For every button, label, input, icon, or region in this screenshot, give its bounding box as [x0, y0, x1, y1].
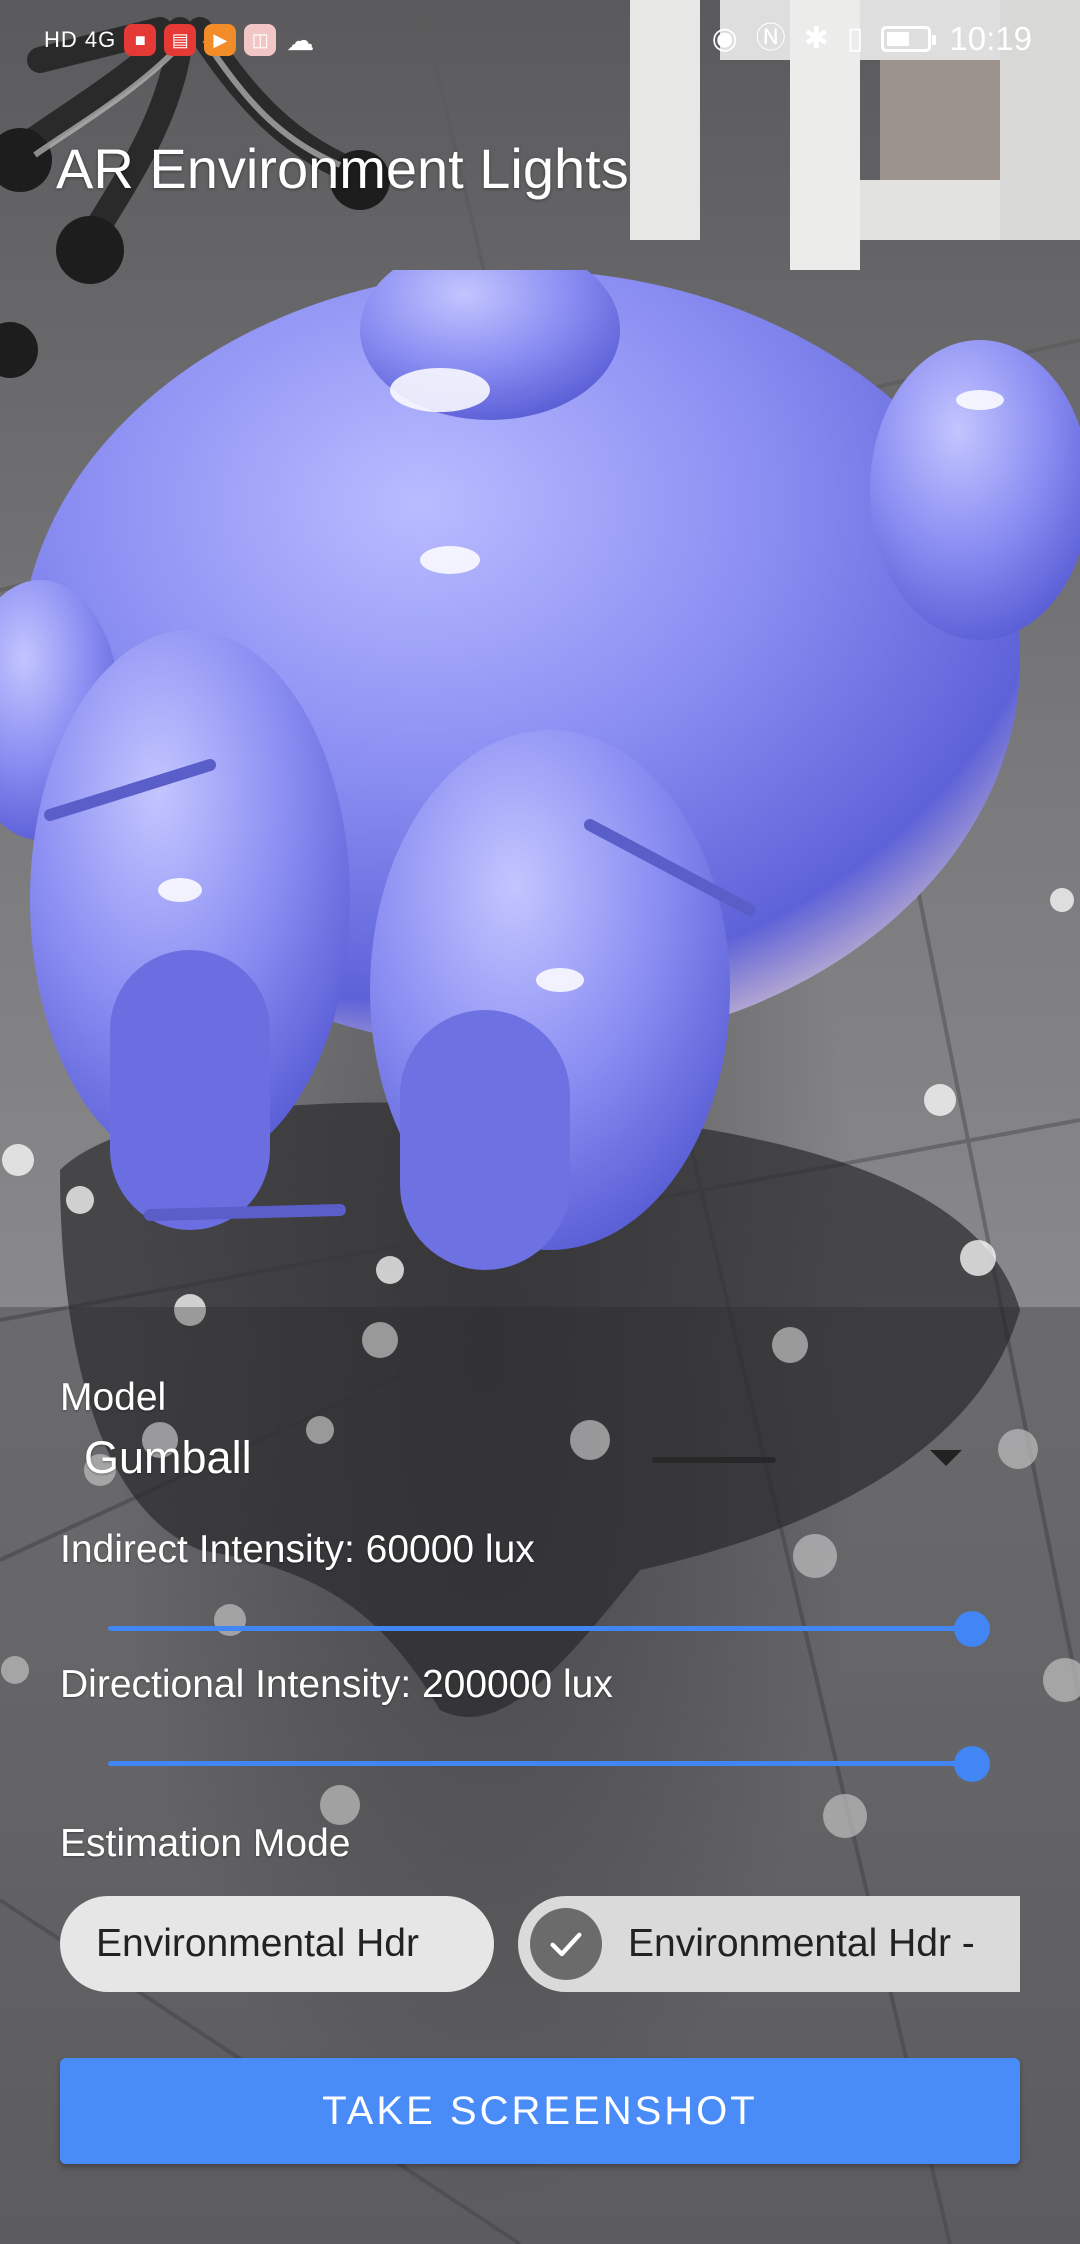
video-icon: ■	[124, 24, 157, 56]
play-icon: ▶	[204, 24, 237, 56]
eye-comfort-icon: ◉	[711, 22, 738, 55]
take-screenshot-button[interactable]: TAKE SCREENSHOT	[60, 2058, 1020, 2164]
battery-icon	[881, 26, 937, 52]
vibrate-icon: ▯	[846, 22, 864, 55]
mode-chip-environmental-hdr[interactable]: Environmental Hdr	[60, 1896, 494, 1992]
status-left: HD 4G ■ ▤ ▶ ◫ ☁	[44, 24, 316, 56]
chip-label: Environmental Hdr -	[628, 1922, 975, 1965]
status-right: ◉ Ⓝ ✱ ▯ 10:19	[712, 20, 1032, 58]
directional-intensity-label: Directional Intensity: 200000 lux	[60, 1663, 613, 1706]
model-label: Model	[60, 1376, 167, 1419]
directional-intensity-slider[interactable]	[108, 1746, 990, 1782]
check-icon	[530, 1908, 602, 1980]
gumball-model[interactable]	[0, 270, 1080, 1280]
select-underline	[652, 1457, 776, 1463]
clock: 10:19	[949, 20, 1032, 57]
mode-chip-environmental-hdr-selected[interactable]: Environmental Hdr -	[518, 1896, 1020, 1992]
nfc-icon: Ⓝ	[755, 22, 786, 55]
slider-thumb[interactable]	[954, 1746, 990, 1782]
chip-label: Environmental Hdr	[96, 1922, 419, 1965]
chevron-down-icon[interactable]	[930, 1450, 962, 1466]
wechat-icon: ☁	[286, 24, 315, 56]
network-indicator: HD 4G	[44, 27, 117, 52]
estimation-mode-label: Estimation Mode	[60, 1822, 351, 1865]
status-bar: HD 4G ■ ▤ ▶ ◫ ☁ ◉ Ⓝ ✱ ▯ 10:19	[0, 0, 1080, 86]
slider-thumb[interactable]	[954, 1611, 990, 1647]
model-select-value[interactable]: Gumball	[84, 1432, 252, 1484]
indirect-intensity-label: Indirect Intensity: 60000 lux	[60, 1528, 535, 1571]
huawei-video-icon: ▤	[164, 24, 197, 56]
indirect-intensity-slider[interactable]	[108, 1611, 990, 1647]
gift-icon: ◫	[244, 24, 277, 56]
slider-track[interactable]	[108, 1626, 972, 1631]
bluetooth-icon: ✱	[803, 22, 829, 55]
slider-track[interactable]	[108, 1761, 972, 1766]
app-title: AR Environment Lights	[56, 137, 629, 200]
